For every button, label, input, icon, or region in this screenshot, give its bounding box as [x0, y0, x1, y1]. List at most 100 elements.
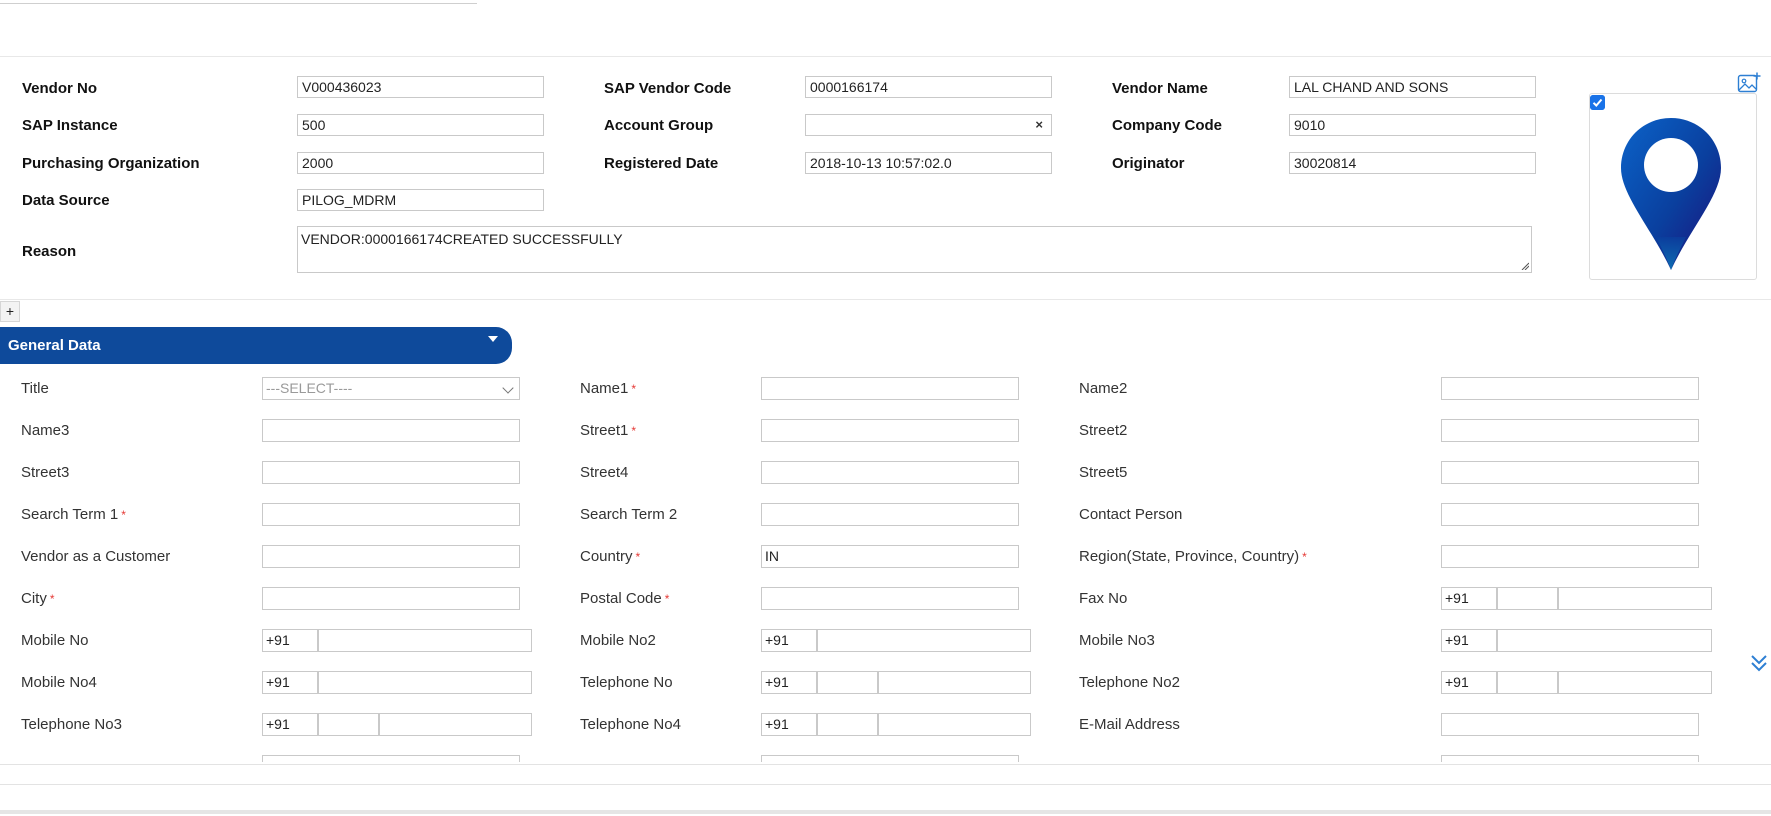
fax-area-code[interactable] [1497, 587, 1558, 610]
resize-grip-icon[interactable] [1521, 262, 1529, 270]
horizontal-scrollbar[interactable] [0, 810, 1771, 814]
location-pin-icon [1621, 118, 1721, 270]
telephone-no-code[interactable]: +91 [761, 671, 817, 694]
mobile-no2-field[interactable] [817, 629, 1031, 652]
top-divider [0, 3, 477, 4]
mobile-no-field[interactable] [318, 629, 532, 652]
fax-no-label: Fax No [1079, 590, 1128, 607]
name1-label: Name1 * [580, 380, 637, 397]
vendor-as-customer-field[interactable] [262, 545, 520, 568]
telephone-no4-field[interactable] [878, 713, 1031, 736]
mobile-no2-code[interactable]: +91 [761, 629, 817, 652]
telephone-no2-field[interactable] [1558, 671, 1712, 694]
originator-label: Originator [1112, 155, 1185, 172]
purchasing-org-label: Purchasing Organization [22, 155, 200, 172]
search-term2-label: Search Term 2 [580, 506, 678, 523]
registered-date-field[interactable]: 2018-10-13 10:57:02.0 [805, 152, 1052, 174]
mobile-no4-label: Mobile No4 [21, 674, 97, 691]
title-select-value: ---SELECT---- [266, 380, 353, 396]
sap-vendor-code-field[interactable]: 0000166174 [805, 76, 1052, 98]
sap-instance-field[interactable]: 500 [297, 114, 544, 136]
telephone-no-label: Telephone No [580, 674, 673, 691]
postal-code-label: Postal Code * [580, 590, 670, 607]
mobile-no3-field[interactable] [1497, 629, 1712, 652]
region-label: Region(State, Province, Country) * [1079, 548, 1307, 565]
country-label: Country * [580, 548, 641, 565]
caret-down-icon[interactable] [488, 336, 498, 342]
email-field[interactable] [1441, 713, 1699, 736]
telephone-no2-label: Telephone No2 [1079, 674, 1180, 691]
street4-field[interactable] [761, 461, 1019, 484]
vendor-as-customer-label: Vendor as a Customer [21, 548, 171, 565]
fax-number-field[interactable] [1558, 587, 1712, 610]
account-group-label: Account Group [604, 117, 714, 134]
street5-field[interactable] [1441, 461, 1699, 484]
street2-label: Street2 [1079, 422, 1128, 439]
street4-label: Street4 [580, 464, 629, 481]
city-label: City * [21, 590, 55, 607]
header-top-divider [0, 56, 1771, 57]
search-term1-field[interactable] [262, 503, 520, 526]
reason-text: VENDOR:0000166174CREATED SUCCESSFULLY [301, 231, 623, 247]
vendor-no-field[interactable]: V000436023 [297, 76, 544, 98]
section-divider [0, 299, 1771, 300]
expand-button[interactable]: + [0, 301, 20, 322]
search-term2-field[interactable] [761, 503, 1019, 526]
company-code-field[interactable]: 9010 [1289, 114, 1536, 136]
street5-label: Street5 [1079, 464, 1128, 481]
data-source-label: Data Source [22, 192, 110, 209]
region-field[interactable] [1441, 545, 1699, 568]
title-select[interactable]: ---SELECT---- [262, 377, 520, 400]
mobile-no3-label: Mobile No3 [1079, 632, 1155, 649]
telephone-no2-code[interactable]: +91 [1441, 671, 1497, 694]
telephone-no3-label: Telephone No3 [21, 716, 122, 733]
double-chevron-down-icon[interactable] [1749, 652, 1769, 674]
image-add-icon[interactable] [1737, 72, 1761, 94]
chevron-down-icon [502, 382, 514, 394]
telephone-no-field[interactable] [878, 671, 1031, 694]
vendor-no-label: Vendor No [22, 80, 98, 97]
purchasing-org-field[interactable]: 2000 [297, 152, 544, 174]
telephone-no4-code[interactable]: +91 [761, 713, 817, 736]
telephone-no-area[interactable] [817, 671, 878, 694]
name2-field[interactable] [1441, 377, 1699, 400]
company-code-label: Company Code [1112, 117, 1223, 134]
telephone-no3-area[interactable] [318, 713, 379, 736]
name2-label: Name2 [1079, 380, 1128, 397]
footer-divider-2 [0, 784, 1771, 785]
checkbox-icon[interactable] [1590, 95, 1605, 110]
mobile-no-code[interactable]: +91 [262, 629, 318, 652]
sap-instance-label: SAP Instance [22, 117, 118, 134]
clear-icon[interactable]: × [1035, 115, 1043, 135]
postal-code-field[interactable] [761, 587, 1019, 610]
fax-country-code[interactable]: +91 [1441, 587, 1497, 610]
street1-field[interactable] [761, 419, 1019, 442]
data-source-field[interactable]: PILOG_MDRM [297, 189, 544, 211]
city-field[interactable] [262, 587, 520, 610]
telephone-no3-field[interactable] [379, 713, 532, 736]
street2-field[interactable] [1441, 419, 1699, 442]
general-data-title: General Data [8, 337, 101, 354]
street3-field[interactable] [262, 461, 520, 484]
contact-person-field[interactable] [1441, 503, 1699, 526]
country-field[interactable]: IN [761, 545, 1019, 568]
vendor-name-field[interactable]: LAL CHAND AND SONS [1289, 76, 1536, 98]
registered-date-label: Registered Date [604, 155, 719, 172]
telephone-no2-area[interactable] [1497, 671, 1558, 694]
telephone-no4-label: Telephone No4 [580, 716, 681, 733]
mobile-no4-code[interactable]: +91 [262, 671, 318, 694]
telephone-no4-area[interactable] [817, 713, 878, 736]
street3-label: Street3 [21, 464, 70, 481]
originator-field[interactable]: 30020814 [1289, 152, 1536, 174]
name1-field[interactable] [761, 377, 1019, 400]
mobile-no4-field[interactable] [318, 671, 532, 694]
telephone-no3-code[interactable]: +91 [262, 713, 318, 736]
mobile-no3-code[interactable]: +91 [1441, 629, 1497, 652]
reason-textarea[interactable]: VENDOR:0000166174CREATED SUCCESSFULLY [297, 226, 1532, 273]
name3-label: Name3 [21, 422, 70, 439]
footer-divider [0, 764, 1771, 765]
account-group-field[interactable]: × [805, 114, 1052, 136]
sap-vendor-code-label: SAP Vendor Code [604, 80, 732, 97]
name3-field[interactable] [262, 419, 520, 442]
general-data-header[interactable]: General Data [0, 327, 512, 364]
